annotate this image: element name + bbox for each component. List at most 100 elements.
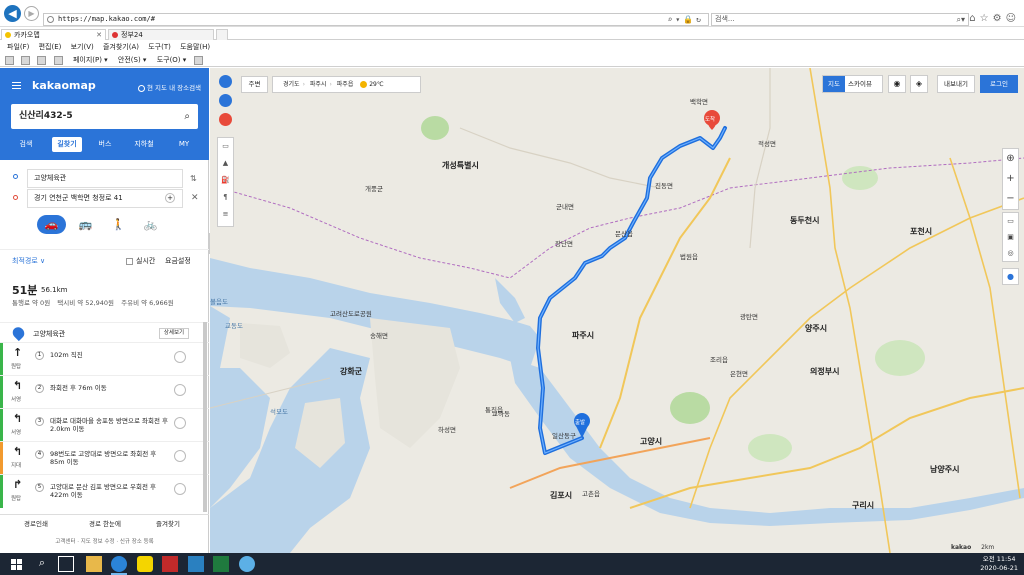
help-icon[interactable] bbox=[193, 55, 203, 65]
bike-mode-icon[interactable]: 🚲 bbox=[136, 215, 165, 234]
map-place-label[interactable]: 고양시 bbox=[640, 436, 662, 447]
home-icon[interactable] bbox=[5, 55, 14, 65]
map-place-label[interactable]: 남양주시 bbox=[930, 464, 959, 475]
place-search-input[interactable]: 신산리432-5 ⌕ bbox=[11, 104, 198, 129]
area-icon[interactable]: ▣ bbox=[1003, 229, 1018, 245]
map-place-label[interactable]: 장단면 bbox=[555, 238, 573, 248]
tab-search[interactable]: 검색 bbox=[11, 137, 41, 152]
roadview-camera-icon[interactable] bbox=[174, 483, 186, 495]
search-in-map-button[interactable]: 현 지도 내 장소검색 bbox=[138, 82, 201, 92]
map-place-label[interactable]: 교하동 bbox=[492, 408, 510, 418]
paint-icon[interactable] bbox=[239, 556, 255, 572]
map-place-label[interactable]: 김포시 bbox=[550, 490, 572, 501]
map-place-label[interactable]: 조리읍 bbox=[710, 354, 728, 364]
export-button[interactable]: 내보내기 bbox=[937, 75, 975, 93]
map-place-label[interactable]: 진동면 bbox=[655, 180, 673, 190]
map-place-label[interactable]: 군내면 bbox=[556, 201, 574, 211]
map-type-map[interactable]: 지도 bbox=[823, 76, 845, 92]
breadcrumb-city[interactable]: 파주시 bbox=[310, 81, 327, 88]
tab-subway[interactable]: 지하철 bbox=[129, 137, 159, 152]
layers-icon[interactable]: ◈ bbox=[910, 75, 928, 93]
print-icon[interactable] bbox=[53, 55, 63, 65]
windows-start-icon[interactable] bbox=[8, 556, 24, 572]
new-tab-button[interactable] bbox=[216, 29, 228, 40]
back-button[interactable]: ◀ bbox=[4, 5, 21, 22]
map-place-label[interactable]: 문산읍 bbox=[615, 228, 633, 238]
route-step[interactable]: ↱ 원탑 5 고양대로 문산 김포 방면으로 우회전 후 422m 이동 bbox=[0, 474, 209, 508]
url-field[interactable]: https://map.kakao.com/# ⌕▾🔒↻ bbox=[43, 13, 709, 26]
route-overview-button[interactable]: 경로 한눈에 bbox=[89, 515, 121, 533]
menu-view[interactable]: 보기(V) bbox=[71, 43, 94, 51]
map-type-skyview[interactable]: 스카이뷰 bbox=[848, 76, 872, 92]
route-step[interactable]: ↰ 서영 2 좌회전 후 76m 이동 bbox=[0, 375, 209, 409]
map-place-label[interactable]: 동두천시 bbox=[790, 215, 819, 226]
tools-menu[interactable]: 도구(O) ▾ bbox=[157, 56, 187, 64]
radius-icon[interactable]: ◎ bbox=[1003, 245, 1018, 261]
transit-pin-icon[interactable] bbox=[219, 94, 232, 107]
feeds-icon[interactable] bbox=[21, 55, 31, 65]
gps-icon[interactable]: ⊕ bbox=[1003, 149, 1018, 169]
zoom-out-button[interactable]: − bbox=[1003, 189, 1018, 209]
menu-tools[interactable]: 도구(T) bbox=[148, 43, 171, 51]
search-icon[interactable]: ⌕ bbox=[184, 104, 190, 129]
route-step[interactable]: ↰ 지대 4 98번도로 고양대로 방면으로 좌회전 후 85m 이동 bbox=[0, 441, 209, 475]
map-place-label[interactable]: 포천시 bbox=[910, 226, 932, 237]
map-place-label[interactable]: 고려산도로공원 bbox=[330, 308, 372, 318]
tab-directions[interactable]: 길찾기 bbox=[52, 137, 82, 152]
panel-links[interactable]: 고객센터 · 지도 정보 수정 · 신규 장소 등록 bbox=[0, 537, 209, 545]
roadview-icon[interactable]: ● bbox=[1002, 268, 1019, 285]
page-menu[interactable]: 페이지(P) ▾ bbox=[73, 56, 108, 64]
favorite-button[interactable]: 즐겨찾기 bbox=[156, 515, 180, 533]
zoom-in-button[interactable]: + bbox=[1003, 169, 1018, 189]
excel-icon[interactable] bbox=[213, 556, 229, 572]
location-pin-icon[interactable] bbox=[219, 75, 232, 88]
fare-setting-link[interactable]: 요금설정 bbox=[165, 250, 191, 272]
breadcrumb-province[interactable]: 경기도 bbox=[283, 81, 300, 88]
roadview-camera-icon[interactable] bbox=[174, 450, 186, 462]
task-view-icon[interactable] bbox=[58, 556, 74, 572]
tab-my[interactable]: MY bbox=[169, 137, 199, 152]
map-place-label[interactable]: 적성면 bbox=[758, 138, 776, 148]
map-place-label[interactable]: 강화군 bbox=[340, 366, 362, 377]
map-place-label[interactable]: 의정부시 bbox=[810, 366, 839, 377]
map-place-label[interactable]: 송해면 bbox=[370, 330, 388, 340]
route-step[interactable]: ↰ 서영 3 대화로 대화마을 송포동 방면으로 좌회전 후 2.0km 이동 bbox=[0, 408, 209, 442]
map-place-label[interactable]: 볼음도 bbox=[210, 296, 228, 306]
kakaotalk-icon[interactable] bbox=[137, 556, 153, 572]
browser-action-icons[interactable]: ⌂☆⚙☺ bbox=[969, 13, 1020, 24]
panel-scrollbar[interactable] bbox=[203, 322, 207, 512]
route-step[interactable]: ↑ 원탑 1 102m 직진 bbox=[0, 342, 209, 376]
print-route-button[interactable]: 경로인쇄 bbox=[24, 515, 48, 533]
map-place-label[interactable]: 교동도 bbox=[225, 320, 243, 330]
map-canvas[interactable]: 도착 출발 개성특별시 개풍군 고려산도로공원 송해면 강화군 김포시 파주시 고양시 양주시 동… bbox=[210, 68, 1024, 553]
measure-icon[interactable]: ▭ bbox=[1003, 213, 1018, 229]
kakaomap-logo[interactable]: kakaomap bbox=[32, 79, 96, 92]
map-place-label[interactable]: 개풍군 bbox=[365, 183, 383, 193]
mail-icon[interactable] bbox=[37, 55, 47, 65]
map-place-label[interactable]: 법원읍 bbox=[680, 251, 698, 261]
menu-file[interactable]: 파일(F) bbox=[7, 43, 29, 51]
map-place-label[interactable]: 은현면 bbox=[730, 368, 748, 378]
add-waypoint-icon[interactable]: + bbox=[165, 193, 175, 203]
map-place-label[interactable]: 일산동구 bbox=[552, 430, 576, 440]
forward-button[interactable]: ▶ bbox=[24, 6, 39, 21]
url-tools-icon[interactable]: ⌕▾🔒↻ bbox=[668, 14, 704, 25]
pin-icon[interactable]: ◉ bbox=[888, 75, 906, 93]
around-button[interactable]: 주변 bbox=[241, 76, 268, 93]
realtime-checkbox[interactable]: 실시간 bbox=[126, 250, 155, 272]
car-mode-icon[interactable]: 🚗 bbox=[37, 215, 66, 234]
map-place-label[interactable]: 구리시 bbox=[852, 500, 874, 511]
tab-bus[interactable]: 버스 bbox=[90, 137, 120, 152]
map-place-label[interactable]: 개성특별시 bbox=[442, 160, 479, 171]
safety-menu[interactable]: 안전(S) ▾ bbox=[118, 56, 147, 64]
map-place-label[interactable]: 광탄면 bbox=[740, 311, 758, 321]
walk-mode-icon[interactable]: 🚶 bbox=[104, 215, 133, 234]
roadview-camera-icon[interactable] bbox=[174, 351, 186, 363]
swap-icon[interactable]: ⇅ bbox=[190, 174, 197, 183]
map-place-label[interactable]: 양주시 bbox=[805, 323, 827, 334]
file-explorer-icon[interactable] bbox=[86, 556, 102, 572]
traffic-icon[interactable]: ≡ bbox=[218, 206, 233, 223]
menu-edit[interactable]: 편집(E) bbox=[39, 43, 62, 51]
route-option-select[interactable]: 최적경로 ∨ bbox=[12, 250, 45, 272]
cctv-icon[interactable]: ▭ bbox=[218, 138, 233, 155]
